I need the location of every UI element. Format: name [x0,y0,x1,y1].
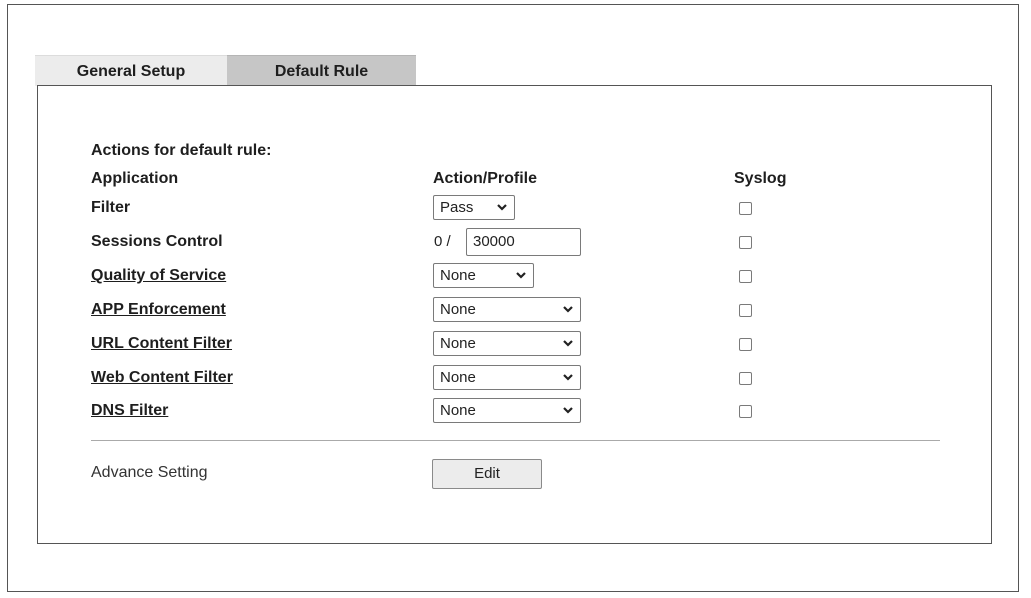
filter-action-select[interactable]: Pass [433,195,515,220]
advance-setting-label: Advance Setting [91,464,208,481]
quality-of-service-link[interactable]: Quality of Service [91,266,226,286]
sessions-control-label: Sessions Control [91,233,223,250]
actions-heading: Actions for default rule: [91,142,272,159]
web-content-filter-link[interactable]: Web Content Filter [91,368,233,388]
filter-label: Filter [91,199,131,216]
dns-filter-value: None [440,402,476,419]
url-content-filter-syslog-checkbox[interactable] [739,338,752,351]
web-content-filter-syslog-checkbox[interactable] [739,372,752,385]
column-header-application: Application [91,170,179,187]
dns-filter-syslog-checkbox[interactable] [739,405,752,418]
qos-syslog-checkbox[interactable] [739,270,752,283]
tab-general-setup[interactable]: General Setup [35,55,227,86]
chevron-down-icon [563,407,573,414]
web-content-filter-value: None [440,369,476,386]
dns-filter-link[interactable]: DNS Filter [91,401,168,421]
chevron-down-icon [563,374,573,381]
dns-filter-select[interactable]: None [433,398,581,423]
app-enforcement-syslog-checkbox[interactable] [739,304,752,317]
section-divider [91,440,940,441]
tab-default-rule[interactable]: Default Rule [227,55,416,86]
sessions-limit-input[interactable]: 30000 [466,228,581,256]
filter-action-value: Pass [440,199,474,216]
filter-syslog-checkbox[interactable] [739,202,752,215]
sessions-control-syslog-checkbox[interactable] [739,236,752,249]
edit-button[interactable]: Edit [432,459,542,489]
sessions-count: 0 / [434,233,451,250]
column-header-action-profile: Action/Profile [433,170,538,187]
web-content-filter-select[interactable]: None [433,365,581,390]
chevron-down-icon [516,272,526,279]
url-content-filter-link[interactable]: URL Content Filter [91,334,232,354]
column-header-syslog: Syslog [734,170,787,187]
app-enforcement-link[interactable]: APP Enforcement [91,300,226,320]
app-enforcement-select[interactable]: None [433,297,581,322]
chevron-down-icon [563,340,573,347]
qos-action-select[interactable]: None [433,263,534,288]
url-content-filter-select[interactable]: None [433,331,581,356]
chevron-down-icon [563,306,573,313]
app-enforcement-value: None [440,301,476,318]
chevron-down-icon [497,204,507,211]
url-content-filter-value: None [440,335,476,352]
qos-action-value: None [440,267,476,284]
